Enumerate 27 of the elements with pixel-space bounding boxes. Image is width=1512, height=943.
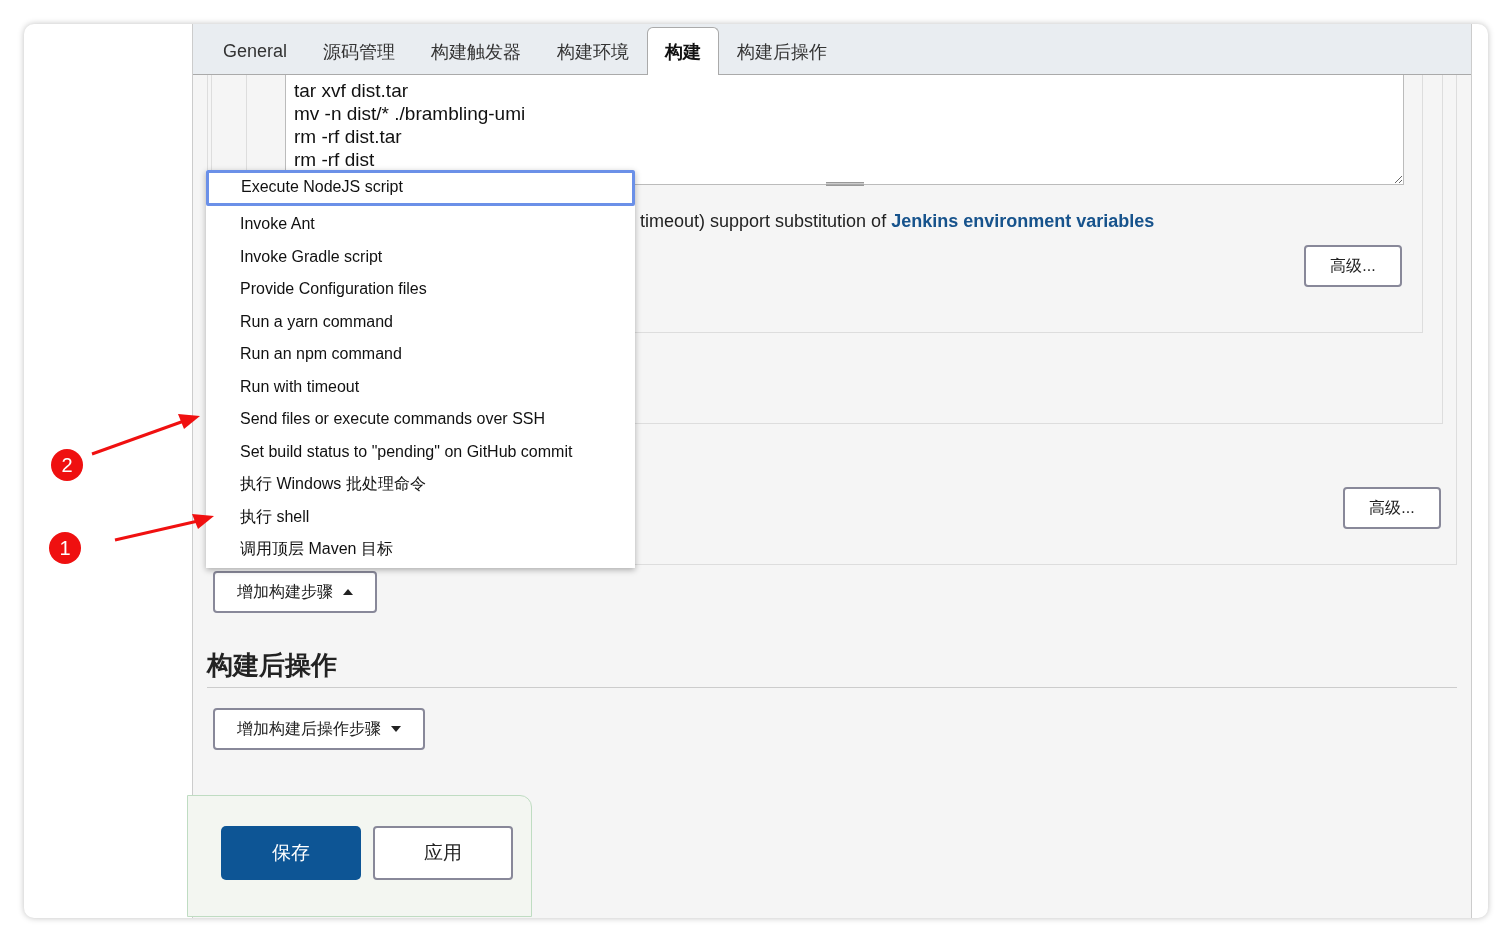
menu-item[interactable]: Run a yarn command [206,303,635,336]
menu-item[interactable]: Provide Configuration files [206,271,635,304]
tab[interactable]: 源码管理 [305,27,414,75]
tab[interactable]: 构建触发器 [413,27,540,75]
menu-item[interactable]: 执行 Windows 批处理命令 [206,466,635,499]
menu-item[interactable]: Run with timeout [206,368,635,401]
apply-button[interactable]: 应用 [373,826,513,880]
advanced-button[interactable]: 高级... [1343,487,1441,529]
menu-item[interactable]: Invoke Gradle script [206,238,635,271]
menu-item[interactable]: 调用顶层 Maven 目标 [206,531,635,564]
menu-item[interactable]: Execute NodeJS script [206,170,635,206]
advanced-button[interactable]: 高级... [1304,245,1402,287]
environment-variables-link[interactable]: Jenkins environment variables [891,211,1155,231]
add-post-build-step-button[interactable]: 增加构建后操作步骤 [213,708,425,750]
resize-grip-icon[interactable] [825,182,864,186]
tab[interactable]: 构建环境 [539,27,648,75]
menu-item[interactable]: Invoke Ant [206,206,635,239]
menu-item[interactable]: Send files or execute commands over SSH [206,401,635,434]
tab[interactable]: General [205,27,306,75]
menu-item[interactable]: Run an npm command [206,336,635,369]
save-button[interactable]: 保存 [221,826,361,880]
tab[interactable]: 构建后操作 [719,27,846,75]
menu-item[interactable]: Set build status to "pending" on GitHub commit [206,433,635,466]
menu-item[interactable]: 执行 shell [206,498,635,531]
tab[interactable]: 构建 [647,27,720,75]
section-heading: 构建后操作 [207,649,337,681]
add-build-step-button[interactable]: 增加构建步骤 [213,571,377,613]
